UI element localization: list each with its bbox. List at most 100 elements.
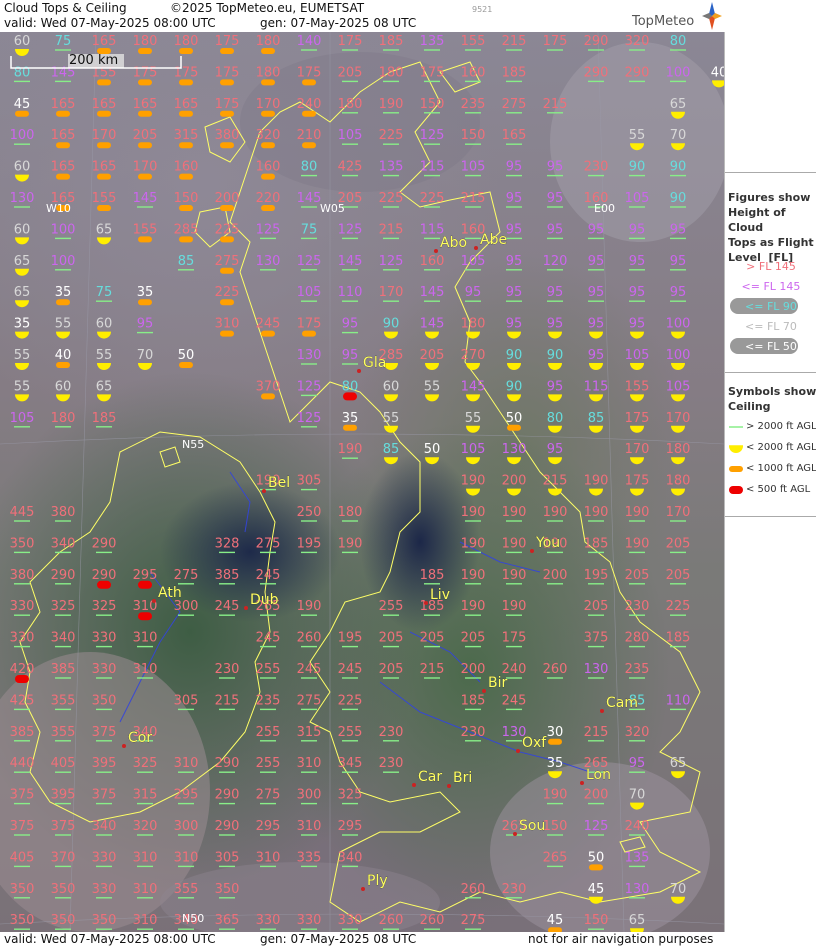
legend-heading-figures: Figures show Height of Cloud Tops as Fligh… (728, 191, 814, 264)
cloud-top-value: 50 (424, 442, 441, 457)
cloud-top-marker: 65 (96, 379, 112, 402)
cloud-top-value: 260 (543, 662, 568, 677)
cloud-top-value: 290 (92, 568, 117, 583)
cloud-top-value: 380 (51, 505, 76, 520)
cloud-top-value: 150 (543, 819, 568, 834)
cloud-top-value: 290 (584, 65, 609, 80)
ceiling-symbol-yellow (97, 363, 111, 370)
cloud-top-marker: 170 (666, 505, 690, 522)
cloud-top-value: 135 (379, 160, 404, 175)
cloud-top-marker: 95 (588, 348, 604, 370)
cloud-top-value: 215 (461, 191, 486, 206)
cloud-top-marker: 190 (625, 505, 649, 522)
cloud-top-value: 325 (338, 788, 363, 803)
cloud-top-marker: 270 (461, 348, 485, 370)
cloud-top-marker: 205 (420, 348, 444, 370)
cloud-top-value: 310 (133, 631, 158, 646)
cloud-top-marker: 350 (92, 693, 116, 711)
cloud-top-value: 85 (383, 442, 400, 457)
cloud-top-marker: 130 (625, 882, 649, 899)
cloud-top-value: 190 (338, 536, 363, 551)
cloud-top-value: 150 (584, 913, 609, 928)
cloud-top-marker: 195 (297, 536, 321, 554)
cloud-top-value: 130 (256, 254, 281, 269)
cloud-top-value: 155 (92, 191, 117, 206)
cloud-top-marker: 215 (543, 97, 567, 114)
cloud-top-marker: 405 (51, 756, 75, 773)
city-label: Bel (268, 475, 290, 491)
cloud-top-marker: 305 (215, 850, 239, 868)
cloud-top-value: 355 (174, 882, 199, 897)
city-label: Dub (250, 592, 279, 608)
cloud-top-value: 65 (96, 222, 113, 237)
cloud-top-value: 340 (92, 819, 117, 834)
cloud-top-marker: 205 (666, 536, 690, 554)
cloud-top-marker: 190 (502, 568, 526, 585)
cloud-top-marker: 230 (379, 756, 403, 773)
ceiling-symbol-yellow (548, 363, 562, 370)
cloud-top-marker: 230 (625, 599, 649, 616)
cloud-top-value: 375 (51, 819, 76, 834)
cloud-top-marker: 125 (338, 222, 362, 240)
ceiling-symbol-yellow (15, 237, 30, 245)
grid-coordinate-label: W10 (46, 202, 71, 215)
cloud-top-marker: 55 (465, 411, 481, 433)
cloud-top-value: 235 (625, 662, 650, 677)
cloud-top-marker: 290 (215, 819, 239, 836)
cloud-top-marker: 300 (174, 819, 198, 836)
cloud-top-value: 95 (547, 379, 564, 394)
cloud-top-value: 95 (547, 285, 564, 300)
cloud-top-marker: 355 (174, 882, 199, 899)
cloud-top-marker: 50 (588, 850, 604, 871)
satellite-map[interactable]: 60 75 165 180 180 175 180 140 175 185 135 155 215 175… (0, 32, 724, 932)
city-label: Bir (488, 675, 507, 691)
cloud-top-marker: 385 (51, 662, 75, 679)
ceiling-symbol-yellow (589, 331, 603, 339)
cloud-top-value: 90 (670, 191, 687, 206)
cloud-top-value: 105 (461, 442, 486, 457)
cloud-top-value: 375 (584, 631, 609, 646)
city-label: Ply (367, 873, 388, 889)
cloud-top-value: 275 (297, 693, 322, 708)
ceiling-symbol-yellow (589, 363, 603, 370)
cloud-top-marker: 65 (629, 913, 645, 932)
cloud-top-marker: 250 (297, 505, 321, 522)
cloud-top-marker: 355 (51, 725, 75, 742)
cloud-top-value: 65 (670, 756, 687, 771)
cloud-top-marker: 175 (625, 474, 649, 496)
cloud-top-value: 45 (588, 882, 605, 897)
cloud-top-marker: 170 (379, 285, 403, 302)
cloud-top-marker: 295 (338, 819, 362, 836)
cloud-top-value: 145 (297, 191, 322, 206)
cloud-top-marker: 265 (543, 850, 567, 868)
cloud-top-value: 185 (502, 65, 527, 80)
cloud-top-marker: 190 (502, 536, 526, 554)
cloud-top-marker: 180 (133, 34, 158, 54)
cloud-top-value: 350 (215, 882, 240, 897)
cloud-top-value: 425 (10, 693, 35, 708)
cloud-top-marker: 95 (547, 191, 563, 208)
cloud-top-marker: 440 (10, 756, 34, 773)
cloud-top-marker: 200 (584, 788, 608, 805)
cloud-top-value: 105 (625, 348, 650, 363)
cloud-top-value: 170 (256, 97, 281, 112)
cloud-top-marker: 195 (584, 568, 608, 585)
cloud-top-value: 165 (174, 97, 199, 112)
cloud-top-marker: 300 (174, 599, 198, 616)
cloud-top-marker: 75 (301, 222, 317, 240)
cloud-top-value: 205 (584, 599, 609, 614)
valid-time: valid: Wed 07-May-2025 08:00 UTC (4, 16, 216, 30)
ceiling-symbol-yellow (97, 394, 111, 402)
ceiling-symbol-yellow (384, 457, 398, 465)
cloud-top-value: 320 (625, 725, 650, 740)
cloud-top-marker: 320 (625, 725, 650, 742)
cloud-top-value: 175 (543, 34, 568, 49)
cloud-top-marker: 115 (420, 160, 444, 177)
cloud-top-marker: 50 (506, 411, 522, 431)
cloud-top-value: 180 (133, 34, 158, 49)
cloud-top-marker: 95 (588, 285, 604, 302)
cloud-top-marker: 185 (379, 34, 403, 51)
cloud-top-value: 205 (666, 568, 691, 583)
cloud-top-marker: 175 (215, 97, 239, 117)
cloud-top-marker: 215 (379, 222, 403, 240)
